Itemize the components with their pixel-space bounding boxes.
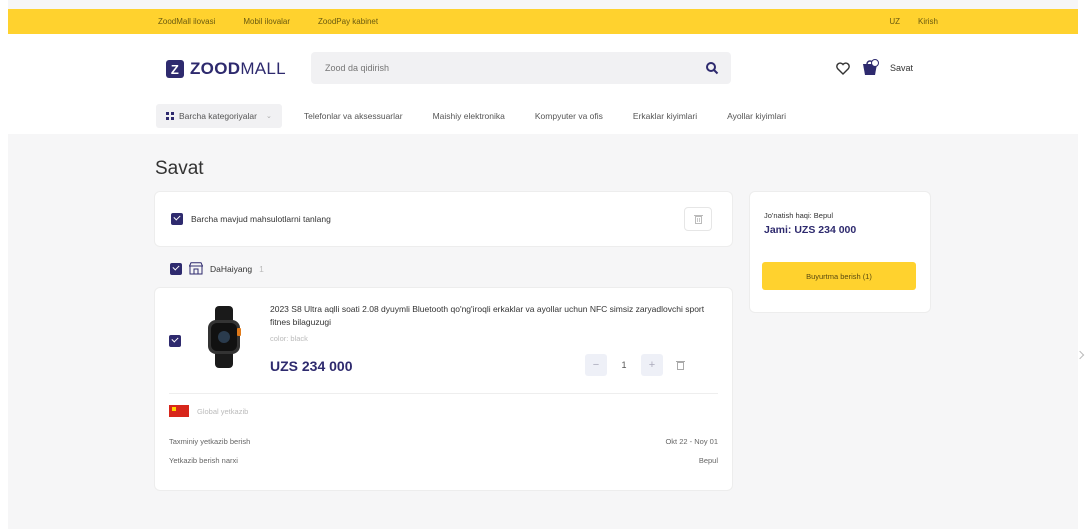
store-row: DaHaiyang 1 xyxy=(170,262,264,275)
store-icon xyxy=(189,262,203,275)
header: Z ZOODMALL Savat xyxy=(8,34,1078,134)
select-all-label: Barcha mavjud mahsulotlarni tanlang xyxy=(191,214,331,224)
quantity-value[interactable]: 1 xyxy=(613,360,635,370)
cart-label[interactable]: Savat xyxy=(890,63,913,73)
all-categories-button[interactable]: Barcha kategoriyalar ⌄ xyxy=(156,104,282,128)
select-all-card: Barcha mavjud mahsulotlarni tanlang xyxy=(155,192,732,246)
delete-selected-button[interactable] xyxy=(684,207,712,231)
search-input[interactable] xyxy=(325,63,685,73)
order-summary-card: Jo'natish haqi: Bepul Jami: UZS 234 000 … xyxy=(750,192,930,312)
place-order-button[interactable]: Buyurtma berish (1) xyxy=(762,262,916,290)
logo-text-bold: ZOOD xyxy=(190,59,241,78)
top-bar: ZoodMall ilovasi Mobil ilovalar ZoodPay … xyxy=(8,9,1078,34)
decrease-quantity-button[interactable]: − xyxy=(585,354,607,376)
select-all-row: Barcha mavjud mahsulotlarni tanlang xyxy=(171,213,331,225)
delivery-estimate-label: Taxminiy yetkazib berish xyxy=(169,437,251,446)
nav-item-computers[interactable]: Kompyuter va ofis xyxy=(535,111,603,121)
product-image[interactable] xyxy=(195,306,253,368)
divider xyxy=(169,393,718,394)
language-selector[interactable]: UZ xyxy=(889,17,900,26)
product-price: UZS 234 000 xyxy=(270,358,353,374)
nav-item-electronics[interactable]: Maishiy elektronika xyxy=(433,111,505,121)
heart-icon[interactable] xyxy=(836,61,850,75)
grid-icon xyxy=(166,112,174,120)
header-actions: Savat xyxy=(836,58,913,78)
all-categories-label: Barcha kategoriyalar xyxy=(179,111,257,121)
china-flag-icon xyxy=(169,405,189,417)
top-link-zoodpay[interactable]: ZoodPay kabinet xyxy=(318,17,378,26)
trash-icon xyxy=(693,215,703,224)
delivery-cost-label: Yetkazib berish narxi xyxy=(169,456,238,465)
zoodmall-logo[interactable]: Z ZOOD MALL xyxy=(166,59,286,79)
top-link-mobile[interactable]: Mobil ilovalar xyxy=(243,17,290,26)
top-bar-right: UZ Kirish xyxy=(889,17,938,26)
store-item-count: 1 xyxy=(259,263,264,274)
top-bar-links: ZoodMall ilovasi Mobil ilovalar ZoodPay … xyxy=(158,17,378,26)
product-color: color: black xyxy=(270,334,308,343)
account-link[interactable]: Kirish xyxy=(918,17,938,26)
search-bar xyxy=(311,52,731,84)
cart-icon[interactable] xyxy=(860,58,880,78)
delivery-cost-row: Yetkazib berish narxi Bepul xyxy=(169,456,718,465)
chevron-right-icon[interactable] xyxy=(1075,350,1085,360)
category-nav: Barcha kategoriyalar ⌄ Telefonlar va aks… xyxy=(156,104,816,128)
page-title: Savat xyxy=(155,158,204,179)
shipping-origin-label: Global yetkazib xyxy=(197,406,249,416)
delivery-estimate-row: Taxminiy yetkazib berish Okt 22 - Noy 01 xyxy=(169,437,718,446)
nav-item-women-clothing[interactable]: Ayollar kiyimlari xyxy=(727,111,786,121)
store-name[interactable]: DaHaiyang xyxy=(210,264,252,274)
trash-icon xyxy=(675,361,685,370)
logo-mark-icon: Z xyxy=(166,60,184,78)
remove-item-button[interactable] xyxy=(669,354,691,376)
delivery-estimate-value: Okt 22 - Noy 01 xyxy=(665,437,718,446)
increase-quantity-button[interactable]: + xyxy=(641,354,663,376)
product-name[interactable]: 2023 S8 Ultra aqlli soati 2.08 dyuymli B… xyxy=(270,303,710,329)
quantity-stepper: − 1 + xyxy=(585,354,691,376)
nav-item-men-clothing[interactable]: Erkaklar kiyimlari xyxy=(633,111,697,121)
chevron-down-icon: ⌄ xyxy=(265,113,272,120)
store-checkbox[interactable] xyxy=(170,262,182,275)
product-checkbox[interactable] xyxy=(169,335,181,347)
select-all-checkbox[interactable] xyxy=(171,213,183,225)
plus-icon: + xyxy=(648,359,656,371)
minus-icon: − xyxy=(592,359,600,371)
top-link-app[interactable]: ZoodMall ilovasi xyxy=(158,17,215,26)
search-icon[interactable] xyxy=(705,61,719,75)
shipping-fee: Jo'natish haqi: Bepul xyxy=(764,211,833,220)
page: ZoodMall ilovasi Mobil ilovalar ZoodPay … xyxy=(0,0,1086,529)
product-card: 2023 S8 Ultra aqlli soati 2.08 dyuymli B… xyxy=(155,288,732,490)
logo-text-light: MALL xyxy=(240,59,286,78)
order-total: Jami: UZS 234 000 xyxy=(764,224,857,236)
nav-item-phones[interactable]: Telefonlar va aksessuarlar xyxy=(304,111,403,121)
delivery-cost-value: Bepul xyxy=(698,456,718,465)
shipping-origin: Global yetkazib xyxy=(169,405,248,417)
